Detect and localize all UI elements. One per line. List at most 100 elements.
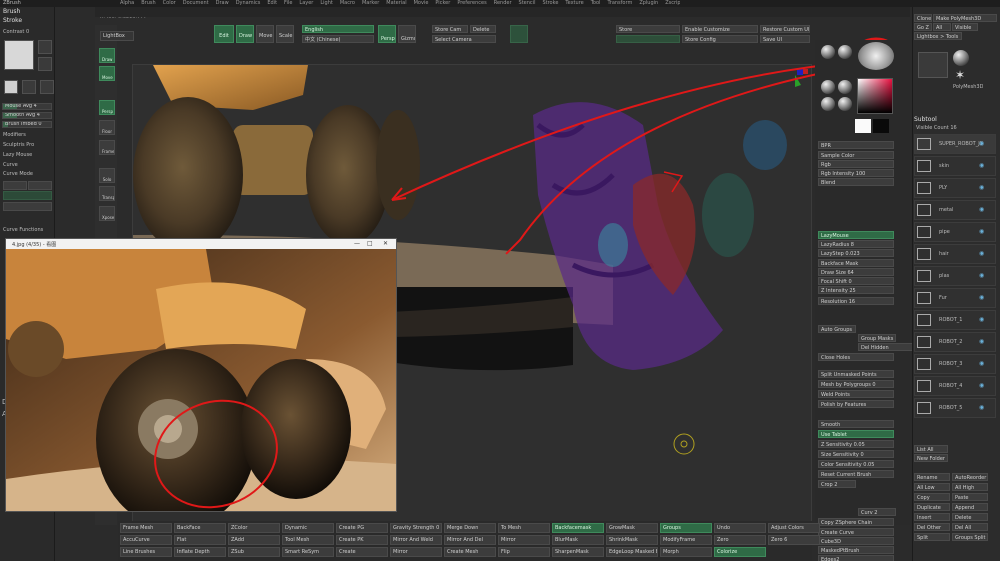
prop-sample-color[interactable]: Sample Color [818, 151, 894, 159]
eye-icon[interactable]: ◉ [979, 228, 984, 235]
eye-icon[interactable]: ◉ [979, 162, 984, 169]
subtool-row[interactable]: Fur ◉ [914, 288, 996, 308]
bottom-zero-button[interactable]: Zero [714, 535, 766, 545]
bottom-to-mesh-button[interactable]: To Mesh [498, 523, 550, 533]
bottom-create-pg-button[interactable]: Create PG [336, 523, 388, 533]
subtool-row[interactable]: ROBOT_5 ◉ [914, 398, 996, 418]
list-all-button[interactable]: List All [914, 445, 948, 453]
eye-icon[interactable]: ◉ [979, 294, 984, 301]
eye-icon[interactable]: ◉ [979, 250, 984, 257]
prop-mesh-by-polygroups-0[interactable]: Mesh by Polygroups 0 [818, 380, 894, 388]
prop-size-sensitivity-0[interactable]: Size Sensitivity 0 [818, 450, 894, 458]
material-sphere-1[interactable] [821, 45, 835, 59]
paste-button[interactable]: Paste [952, 493, 988, 501]
prop-auto-groups[interactable]: Auto Groups [818, 325, 856, 333]
bottom-mirror-button[interactable]: Mirror [390, 547, 442, 557]
bottom-blurmask-button[interactable]: BlurMask [552, 535, 604, 545]
all-low-button[interactable]: All Low [914, 483, 950, 491]
bottom-accucurve-button[interactable]: AccuCurve [120, 535, 172, 545]
prop-lazymouse[interactable]: LazyMouse [818, 231, 894, 239]
all-high-button[interactable]: All High [952, 483, 988, 491]
eye-icon[interactable]: ◉ [979, 206, 984, 213]
lightbox-tools-button[interactable]: Lightbox > Tools [914, 32, 962, 40]
bottom-frame-mesh-button[interactable]: Frame Mesh [120, 523, 172, 533]
split-button[interactable]: Split [914, 533, 950, 541]
prop-maskedptbrush[interactable]: MaskedPtBrush [818, 546, 894, 554]
new-folder-button[interactable]: New Folder [914, 454, 948, 462]
autoreorder-button[interactable]: AutoReorder [952, 473, 988, 481]
tool-thumb-2[interactable] [918, 52, 948, 78]
prop-resolution-16[interactable]: Resolution 16 [818, 297, 894, 305]
eye-icon[interactable]: ◉ [979, 272, 984, 279]
prop-group-masks[interactable]: Group Masks [858, 334, 896, 342]
bottom-flip-button[interactable]: Flip [498, 547, 550, 557]
prop-bpr[interactable]: BPR [818, 141, 894, 149]
bottom-edgeloop-masked-border-button[interactable]: EdgeLoop Masked Border [606, 547, 658, 557]
bottom-zadd-button[interactable]: ZAdd [228, 535, 280, 545]
subtool-row[interactable]: plas ◉ [914, 266, 996, 286]
material-sphere-3[interactable] [821, 80, 835, 94]
bottom-morph-button[interactable]: Morph [660, 547, 712, 557]
bottom-create-button[interactable]: Create [336, 547, 388, 557]
bottom-line-brushes-button[interactable]: Line Brushes [120, 547, 172, 557]
color-swatch-black[interactable] [873, 119, 889, 133]
subtool-row[interactable]: ROBOT_1 ◉ [914, 310, 996, 330]
prop-split-unmasked-points[interactable]: Split Unmasked Points [818, 370, 894, 378]
bottom-groups-button[interactable]: Groups [660, 523, 712, 533]
bottom-modifyframe-button[interactable]: ModifyFrame [660, 535, 712, 545]
subtool-row[interactable]: SUPER_ROBOT_JS ◉ [914, 134, 996, 154]
prop-curv-2[interactable]: Curv 2 [858, 508, 896, 516]
eye-icon[interactable]: ◉ [979, 316, 984, 323]
bottom-inflate-depth-button[interactable]: Inflate Depth [174, 547, 226, 557]
prop-draw-size-64[interactable]: Draw Size 64 [818, 268, 894, 276]
prop-crop-2[interactable]: Crop 2 [818, 480, 856, 488]
bottom-mirror-button[interactable]: Mirror [498, 535, 550, 545]
append-button[interactable]: Append [952, 503, 988, 511]
bottom-colorize-button[interactable]: Colorize [714, 547, 766, 557]
eye-icon[interactable]: ◉ [979, 338, 984, 345]
bottom-create-pk-button[interactable]: Create PK [336, 535, 388, 545]
visible-button[interactable]: Visible [952, 23, 978, 31]
bottom-shrinkmask-button[interactable]: ShrinkMask [606, 535, 658, 545]
prop-rgb[interactable]: Rgb [818, 160, 894, 168]
go-z-button[interactable]: Go Z [914, 23, 932, 31]
material-sphere-5[interactable] [821, 97, 835, 111]
bottom-dynamic-button[interactable]: Dynamic [282, 523, 334, 533]
prop-lazystep-0-023[interactable]: LazyStep 0.023 [818, 249, 894, 257]
del-all-button[interactable]: Del All [952, 523, 988, 531]
clone-button[interactable]: Clone [914, 14, 932, 22]
bottom-smart-resym-button[interactable]: Smart ReSym [282, 547, 334, 557]
bottom-growmask-button[interactable]: GrowMask [606, 523, 658, 533]
alpha-thumbnail[interactable] [858, 42, 894, 70]
color-swatch-white[interactable] [855, 119, 871, 133]
prop-focal-shift-0[interactable]: Focal Shift 0 [818, 277, 894, 285]
del-other-button[interactable]: Del Other [914, 523, 950, 531]
subtool-row[interactable]: hair ◉ [914, 244, 996, 264]
bottom-zsub-button[interactable]: ZSub [228, 547, 280, 557]
subtool-row[interactable]: ROBOT_2 ◉ [914, 332, 996, 352]
prop-backface-mask[interactable]: Backface Mask [818, 259, 894, 267]
eye-icon[interactable]: ◉ [979, 360, 984, 367]
material-sphere-4[interactable] [838, 80, 852, 94]
eye-icon[interactable]: ◉ [979, 184, 984, 191]
groups-split-button[interactable]: Groups Split [952, 533, 988, 541]
prop-rgb-intensity-100[interactable]: Rgb Intensity 100 [818, 169, 894, 177]
prop-copy-zsphere-chain[interactable]: Copy ZSphere Chain [818, 518, 894, 526]
prop-z-sensitivity-0-05[interactable]: Z Sensitivity 0.05 [818, 440, 894, 448]
bottom-mirror-and-weld-button[interactable]: Mirror And Weld [390, 535, 442, 545]
duplicate-button[interactable]: Duplicate [914, 503, 950, 511]
subtool-row[interactable]: ROBOT_4 ◉ [914, 376, 996, 396]
bottom-mirror-and-del-button[interactable]: Mirror And Del [444, 535, 496, 545]
tool-thumb-1[interactable] [953, 50, 969, 66]
bottom-create-mesh-button[interactable]: Create Mesh [444, 547, 496, 557]
prop-use-tablet[interactable]: Use Tablet [818, 430, 894, 438]
copy-button[interactable]: Copy [914, 493, 950, 501]
prop-color-sensitivity-0-05[interactable]: Color Sensitivity 0.05 [818, 460, 894, 468]
subtool-row[interactable]: ROBOT_3 ◉ [914, 354, 996, 374]
all-button[interactable]: All [933, 23, 951, 31]
eye-icon[interactable]: ◉ [979, 404, 984, 411]
bottom-tool-mesh-button[interactable]: Tool Mesh [282, 535, 334, 545]
bottom-zero-6-button[interactable]: Zero 6 [768, 535, 820, 545]
subtool-row[interactable]: skin ◉ [914, 156, 996, 176]
material-sphere-6[interactable] [838, 97, 852, 111]
